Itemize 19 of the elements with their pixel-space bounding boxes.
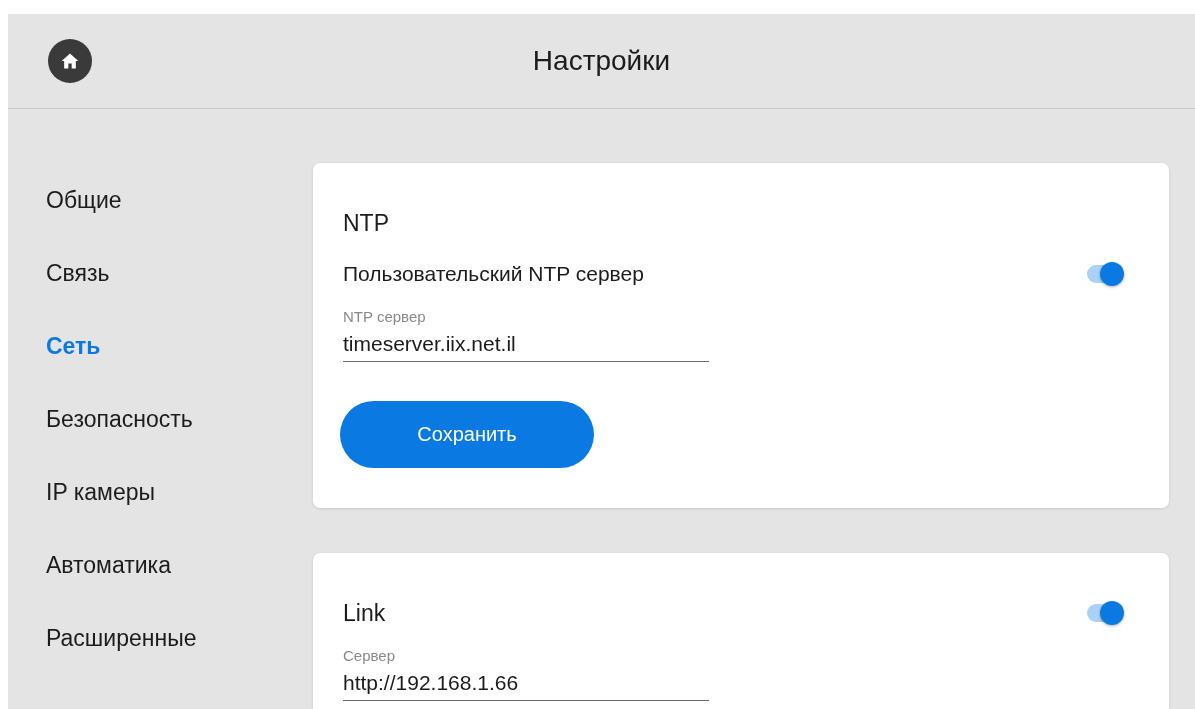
home-button[interactable] [48, 39, 92, 83]
sidebar-item[interactable]: Автоматика [46, 550, 171, 580]
sidebar-item[interactable]: Расширенные [46, 623, 197, 653]
sidebar-item[interactable]: Безопасность [46, 404, 193, 434]
toggle-switch[interactable] [1087, 265, 1121, 283]
section-title: Link [343, 599, 386, 628]
field-label: Сервер [343, 647, 396, 664]
setting-label: Пользовательский NTP сервер [343, 262, 644, 286]
toggle-switch[interactable] [1087, 604, 1121, 622]
save-button[interactable]: Сохранить [340, 401, 594, 468]
section-title: NTP [343, 209, 389, 238]
field-label: NTP сервер [343, 308, 427, 325]
home-icon [60, 51, 80, 71]
page-title: Настройки [531, 45, 672, 77]
sidebar-item[interactable]: IP камеры [46, 477, 155, 507]
sidebar-item[interactable]: Связь [46, 258, 110, 288]
text-field[interactable]: timeserver.iix.net.il [343, 327, 709, 362]
sidebar-item[interactable]: Общие [46, 185, 122, 215]
text-field[interactable]: http://192.168.1.66 [343, 666, 709, 701]
